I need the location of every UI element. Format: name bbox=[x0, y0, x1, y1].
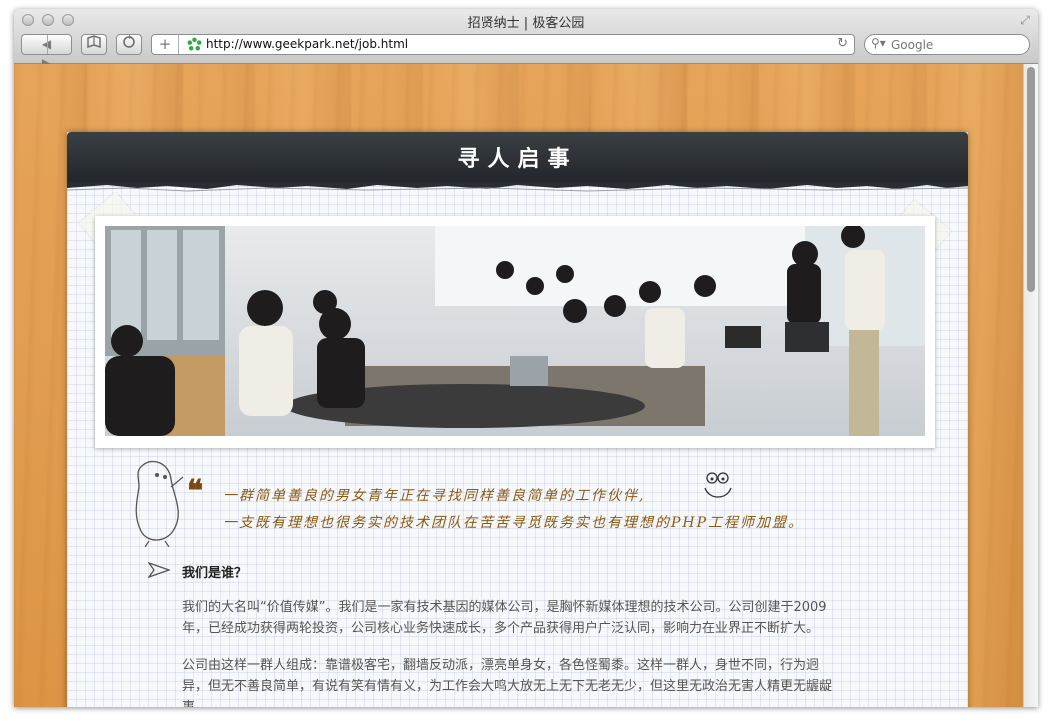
search-icon: ⚲▾ bbox=[871, 36, 886, 50]
page-viewport: 寻人启事 ❝ 一群简单善良的男女青年正在寻找同样善良简单的工作伙伴, 一支既有理… bbox=[14, 64, 1038, 707]
search-field[interactable]: ⚲▾ bbox=[864, 34, 1030, 55]
url-text: http://www.geekpark.net/job.html bbox=[206, 37, 409, 51]
scrollbar-thumb[interactable] bbox=[1027, 67, 1035, 292]
reload-icon[interactable]: ↻ bbox=[837, 36, 848, 51]
browser-window: 招贤纳士 | 极客公园 ⤢ ◀▶ + http://www.geekpark.n… bbox=[14, 9, 1038, 707]
paragraph-2: 公司由这样一群人组成：靠谱极客宅，翻墙反动派，漂亮单身女，各色怪蜀黍。这样一群人… bbox=[182, 658, 833, 707]
bookmarks-button[interactable] bbox=[81, 34, 107, 55]
window-title: 招贤纳士 | 极客公园 bbox=[467, 16, 585, 31]
title-bar: 招贤纳士 | 极客公园 ⤢ ◀▶ + http://www.geekpark.n… bbox=[14, 9, 1038, 70]
bean-figure-doodle bbox=[135, 460, 184, 547]
torn-edge bbox=[67, 182, 968, 192]
smiley-doodle-icon bbox=[704, 472, 732, 498]
reload-circle-icon bbox=[123, 35, 135, 48]
book-icon bbox=[87, 35, 101, 49]
quote-line-1: 一群简单善良的男女青年正在寻找同样善良简单的工作伙伴, bbox=[223, 488, 646, 504]
add-bookmark-button[interactable]: + bbox=[152, 35, 179, 54]
quote-line-2: 一支既有理想也很务实的技术团队在苦苦寻觅既务实也有理想的PHP工程师加盟。 bbox=[223, 515, 805, 531]
activity-button[interactable] bbox=[116, 34, 142, 55]
header-bar: 寻人启事 bbox=[67, 132, 968, 182]
fullscreen-icon[interactable]: ⤢ bbox=[1018, 13, 1032, 27]
team-photo bbox=[105, 226, 925, 436]
paper-plane-arrow-icon bbox=[148, 562, 170, 578]
quote-mark-icon: ❝ bbox=[187, 474, 204, 509]
paragraph-1: 我们的大名叫“价值传媒”。我们是一家有技术基因的媒体公司，是胸怀新媒体理想的技术… bbox=[182, 600, 827, 636]
content-paper: 寻人启事 ❝ 一群简单善良的男女青年正在寻找同样善良简单的工作伙伴, 一支既有理… bbox=[67, 132, 968, 707]
nav-buttons: ◀▶ bbox=[21, 34, 72, 70]
section-title: 我们是谁？ bbox=[182, 566, 248, 581]
search-input[interactable] bbox=[891, 36, 1021, 53]
vertical-scrollbar[interactable] bbox=[1023, 64, 1038, 707]
favicon-icon bbox=[187, 37, 202, 51]
team-photo-frame bbox=[95, 216, 935, 448]
page-title: 寻人启事 bbox=[457, 147, 578, 172]
address-bar[interactable]: + http://www.geekpark.net/job.html ↻ bbox=[151, 34, 855, 55]
